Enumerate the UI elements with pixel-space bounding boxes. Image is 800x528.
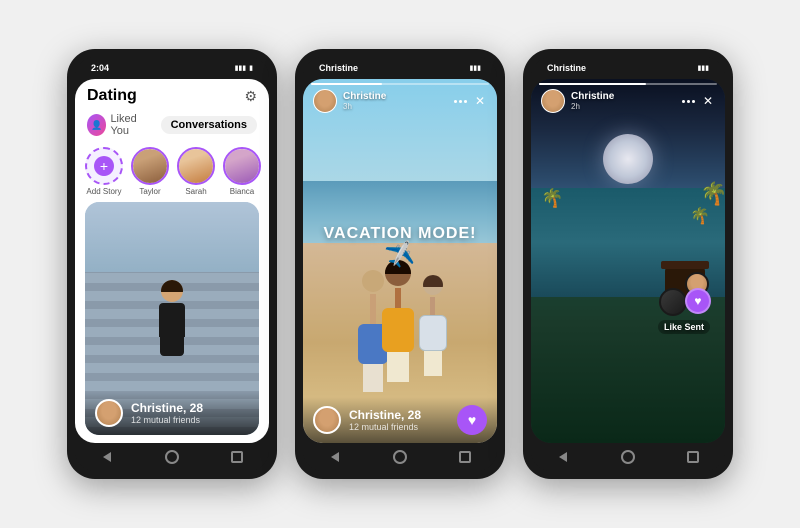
card-text: Christine, 28 12 mutual friends xyxy=(131,401,249,425)
back-button-3[interactable] xyxy=(554,448,572,466)
story-avatar-sm-3 xyxy=(541,89,565,113)
signal-icon-2: ▮▮▮ xyxy=(469,64,481,72)
plane-emoji-icon: ✈️ xyxy=(383,239,416,271)
like-sent-heart-icon: ♥ xyxy=(685,288,711,314)
friend-3 xyxy=(410,275,455,370)
recents-button-3[interactable] xyxy=(684,448,702,466)
story-username-3: Christine xyxy=(571,91,614,102)
palm-tree-3: 🌴 xyxy=(700,181,720,207)
story-add[interactable]: + Add Story xyxy=(85,147,123,196)
back-button-1[interactable] xyxy=(98,448,116,466)
tab-liked-you[interactable]: 👤 Liked You xyxy=(87,113,153,137)
phone-nav-bar-1 xyxy=(75,443,269,471)
story-close-button-3[interactable]: ✕ xyxy=(701,94,715,108)
story-fullscreen: Christine 3h ✕ VACATION MODE! ✈️ C xyxy=(303,79,497,443)
vacation-mode-text: VACATION MODE! xyxy=(324,225,477,243)
gear-icon[interactable]: ⚙ xyxy=(244,88,257,105)
story-add-circle: + xyxy=(85,147,123,185)
phone-3: Christine ▮▮▮ 🌴 🌴 🌴 xyxy=(523,49,733,479)
story-time-3: 2h xyxy=(571,102,614,111)
stories-row: + Add Story Taylor Sarah Bianc xyxy=(75,141,269,202)
heart-like-button[interactable]: ♥ xyxy=(457,405,487,435)
phone-nav-bar-3 xyxy=(531,443,725,471)
story-bottom-card: Christine, 28 12 mutual friends ♥ xyxy=(303,397,497,443)
heart-icon: ♥ xyxy=(468,412,476,428)
story-card-name: Christine, 28 xyxy=(349,408,449,422)
story-bianca[interactable]: Bianca xyxy=(223,147,261,196)
story-progress-bar-3 xyxy=(539,83,717,85)
story-circle-taylor xyxy=(131,147,169,185)
status-time-1: 2:04 xyxy=(91,63,109,73)
signal-icon-3: ▮▮▮ xyxy=(697,64,709,72)
dating-tabs: 👤 Liked You Conversations xyxy=(75,109,269,141)
moon xyxy=(603,134,653,184)
dating-title: Dating xyxy=(87,87,137,105)
like-sent-avatar-user xyxy=(659,288,687,316)
story-label-bianca: Bianca xyxy=(230,187,254,196)
palm-tree-1: 🌴 xyxy=(690,206,710,222)
recents-button-1[interactable] xyxy=(228,448,246,466)
card-mutual-friends: 12 mutual friends xyxy=(131,415,249,425)
story-card-text: Christine, 28 12 mutual friends xyxy=(349,408,449,432)
story-user-info: Christine 3h ✕ xyxy=(313,89,487,113)
add-story-plus-icon: + xyxy=(94,156,114,176)
dating-header: Dating ⚙ xyxy=(75,79,269,109)
story-circle-bianca xyxy=(223,147,261,185)
card-info: Christine, 28 12 mutual friends xyxy=(85,391,259,435)
story-avatar-sm xyxy=(313,89,337,113)
vacation-text-overlay: VACATION MODE! ✈️ xyxy=(324,225,477,269)
status-icons-2: ▮▮▮ xyxy=(469,64,481,72)
story-more-options[interactable] xyxy=(454,100,467,103)
home-button-3[interactable] xyxy=(619,448,637,466)
liked-you-label: Liked You xyxy=(110,113,152,137)
story-card-mutual: 12 mutual friends xyxy=(349,422,449,432)
back-button-2[interactable] xyxy=(326,448,344,466)
status-icons-3: ▮▮▮ xyxy=(697,64,709,72)
main-profile-card[interactable]: Christine, 28 12 mutual friends xyxy=(85,202,259,435)
home-button-2[interactable] xyxy=(391,448,409,466)
status-time-2: Christine xyxy=(319,63,358,73)
story-card-avatar xyxy=(313,406,341,434)
story-close-button[interactable]: ✕ xyxy=(473,94,487,108)
phone-nav-bar-2 xyxy=(303,443,497,471)
palm-tree-2: 🌴 xyxy=(541,188,561,209)
tropical-photo-bg: 🌴 🌴 🌴 ♥ Like Sen xyxy=(531,79,725,443)
signal-icon: ▮▮▮ xyxy=(235,64,247,72)
battery-icon: ▮ xyxy=(249,64,253,72)
story-progress-bar xyxy=(311,83,489,85)
phone-1: 2:04 ▮▮▮ ▮ Dating ⚙ 👤 Liked You Conversa… xyxy=(67,49,277,479)
story-more-options-3[interactable] xyxy=(682,100,695,103)
status-icons-1: ▮▮▮ ▮ xyxy=(235,64,253,72)
like-sent-avatars: ♥ xyxy=(659,272,709,316)
story-label-sarah: Sarah xyxy=(185,187,206,196)
tab-conversations[interactable]: Conversations xyxy=(161,116,257,134)
card-person-name: Christine, 28 xyxy=(131,401,249,415)
story-circle-sarah xyxy=(177,147,215,185)
like-sent-overlay: ♥ Like Sent xyxy=(658,272,710,334)
story-taylor[interactable]: Taylor xyxy=(131,147,169,196)
story-add-label: Add Story xyxy=(86,187,121,196)
recents-button-2[interactable] xyxy=(456,448,474,466)
home-button-1[interactable] xyxy=(163,448,181,466)
story-username: Christine xyxy=(343,91,386,102)
card-avatar xyxy=(95,399,123,427)
status-time-3: Christine xyxy=(547,63,586,73)
like-sent-label: Like Sent xyxy=(658,320,710,334)
story-label-taylor: Taylor xyxy=(139,187,160,196)
story-sarah[interactable]: Sarah xyxy=(177,147,215,196)
story-fullscreen-3: 🌴 🌴 🌴 ♥ Like Sen xyxy=(531,79,725,443)
story-time: 3h xyxy=(343,102,386,111)
story-user-info-3: Christine 2h ✕ xyxy=(541,89,715,113)
phone-2: Christine ▮▮▮ xyxy=(295,49,505,479)
liked-you-avatar: 👤 xyxy=(87,114,106,136)
